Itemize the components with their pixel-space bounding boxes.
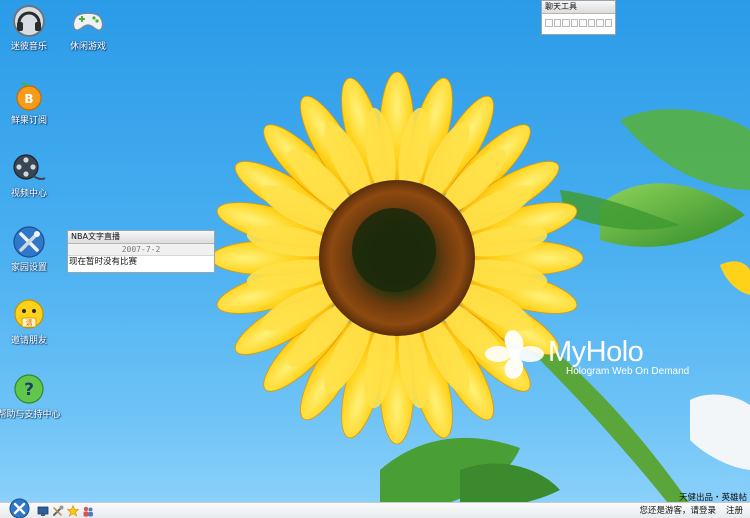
chat-slot[interactable]: [553, 19, 561, 27]
svg-text:?: ?: [24, 380, 34, 400]
desktop-icon-help[interactable]: ? 帮助与支持中心: [0, 371, 61, 421]
desktop-icon-feeds[interactable]: B 鲜果订阅: [0, 77, 61, 127]
login-status: 您还是游客，请登录 注册: [639, 505, 743, 517]
icon-label-settings: 家园设置: [10, 263, 47, 273]
star-icon[interactable]: [67, 505, 79, 517]
film-reel-icon: [13, 154, 46, 181]
help-icon: ?: [14, 374, 44, 404]
chat-slot[interactable]: [604, 19, 612, 27]
nba-widget-title: NBA文字直播: [68, 231, 214, 244]
brand-name: MyHolo: [548, 336, 644, 368]
settings-tools-icon: [13, 226, 45, 258]
tools-icon[interactable]: [52, 505, 64, 517]
smiley-invite-icon: 请: [14, 299, 44, 329]
icon-label-invite: 邀请朋友: [10, 336, 47, 346]
svg-text:请: 请: [26, 318, 33, 327]
desktop-icon-invite[interactable]: 请 邀请朋友: [0, 297, 61, 347]
desktop-icon-music[interactable]: 迷彼音乐: [0, 3, 61, 53]
chat-slot[interactable]: [570, 19, 578, 27]
guest-status-text: 您还是游客，: [639, 506, 691, 516]
chat-slot[interactable]: [562, 19, 570, 27]
nba-message: 现在暂时没有比赛: [69, 257, 138, 267]
chat-slot-row: [542, 14, 615, 27]
icon-label-help: 帮助与支持中心: [0, 410, 61, 420]
nba-live-widget[interactable]: NBA文字直播 2007-7-2 现在暂时没有比赛: [67, 230, 215, 273]
chat-slot[interactable]: [579, 19, 587, 27]
nba-date: 2007-7-2: [68, 244, 214, 256]
desktop: 迷彼音乐 休闲游戏 B 鲜果订阅 视频中心 家园设置 请 邀请朋友 ? 帮助与支…: [0, 0, 750, 518]
chat-slot[interactable]: [545, 19, 553, 27]
icon-label-music: 迷彼音乐: [10, 42, 47, 52]
chat-tools-widget[interactable]: 聊天工具: [541, 0, 616, 35]
svg-text:B: B: [24, 92, 33, 106]
chat-slot[interactable]: [596, 19, 604, 27]
myholo-logo-icon: [485, 330, 544, 379]
headphones-icon: [13, 5, 45, 37]
icon-label-video: 视频中心: [10, 189, 47, 199]
desktop-icon-settings[interactable]: 家园设置: [0, 224, 61, 274]
brand-tagline: Hologram Web On Demand: [566, 366, 690, 377]
taskbar: 您还是游客，请登录 注册: [0, 498, 750, 518]
start-button[interactable]: [9, 498, 30, 518]
orange-feed-icon: B: [16, 82, 42, 111]
people-icon[interactable]: [82, 505, 94, 517]
myholo-brand: MyHolo Hologram Web On Demand: [484, 326, 724, 386]
icon-label-feeds: 鲜果订阅: [10, 116, 47, 126]
chat-widget-title: 聊天工具: [542, 1, 615, 14]
desktop-icon-video[interactable]: 视频中心: [0, 150, 61, 200]
monitor-icon[interactable]: [37, 505, 49, 517]
desktop-icon-games[interactable]: 休闲游戏: [56, 3, 120, 53]
chat-slot[interactable]: [587, 19, 595, 27]
register-link[interactable]: 注册: [726, 506, 743, 516]
login-link[interactable]: 请登录: [690, 506, 716, 516]
gamepad-icon: [72, 12, 104, 31]
icon-label-games: 休闲游戏: [69, 42, 106, 52]
